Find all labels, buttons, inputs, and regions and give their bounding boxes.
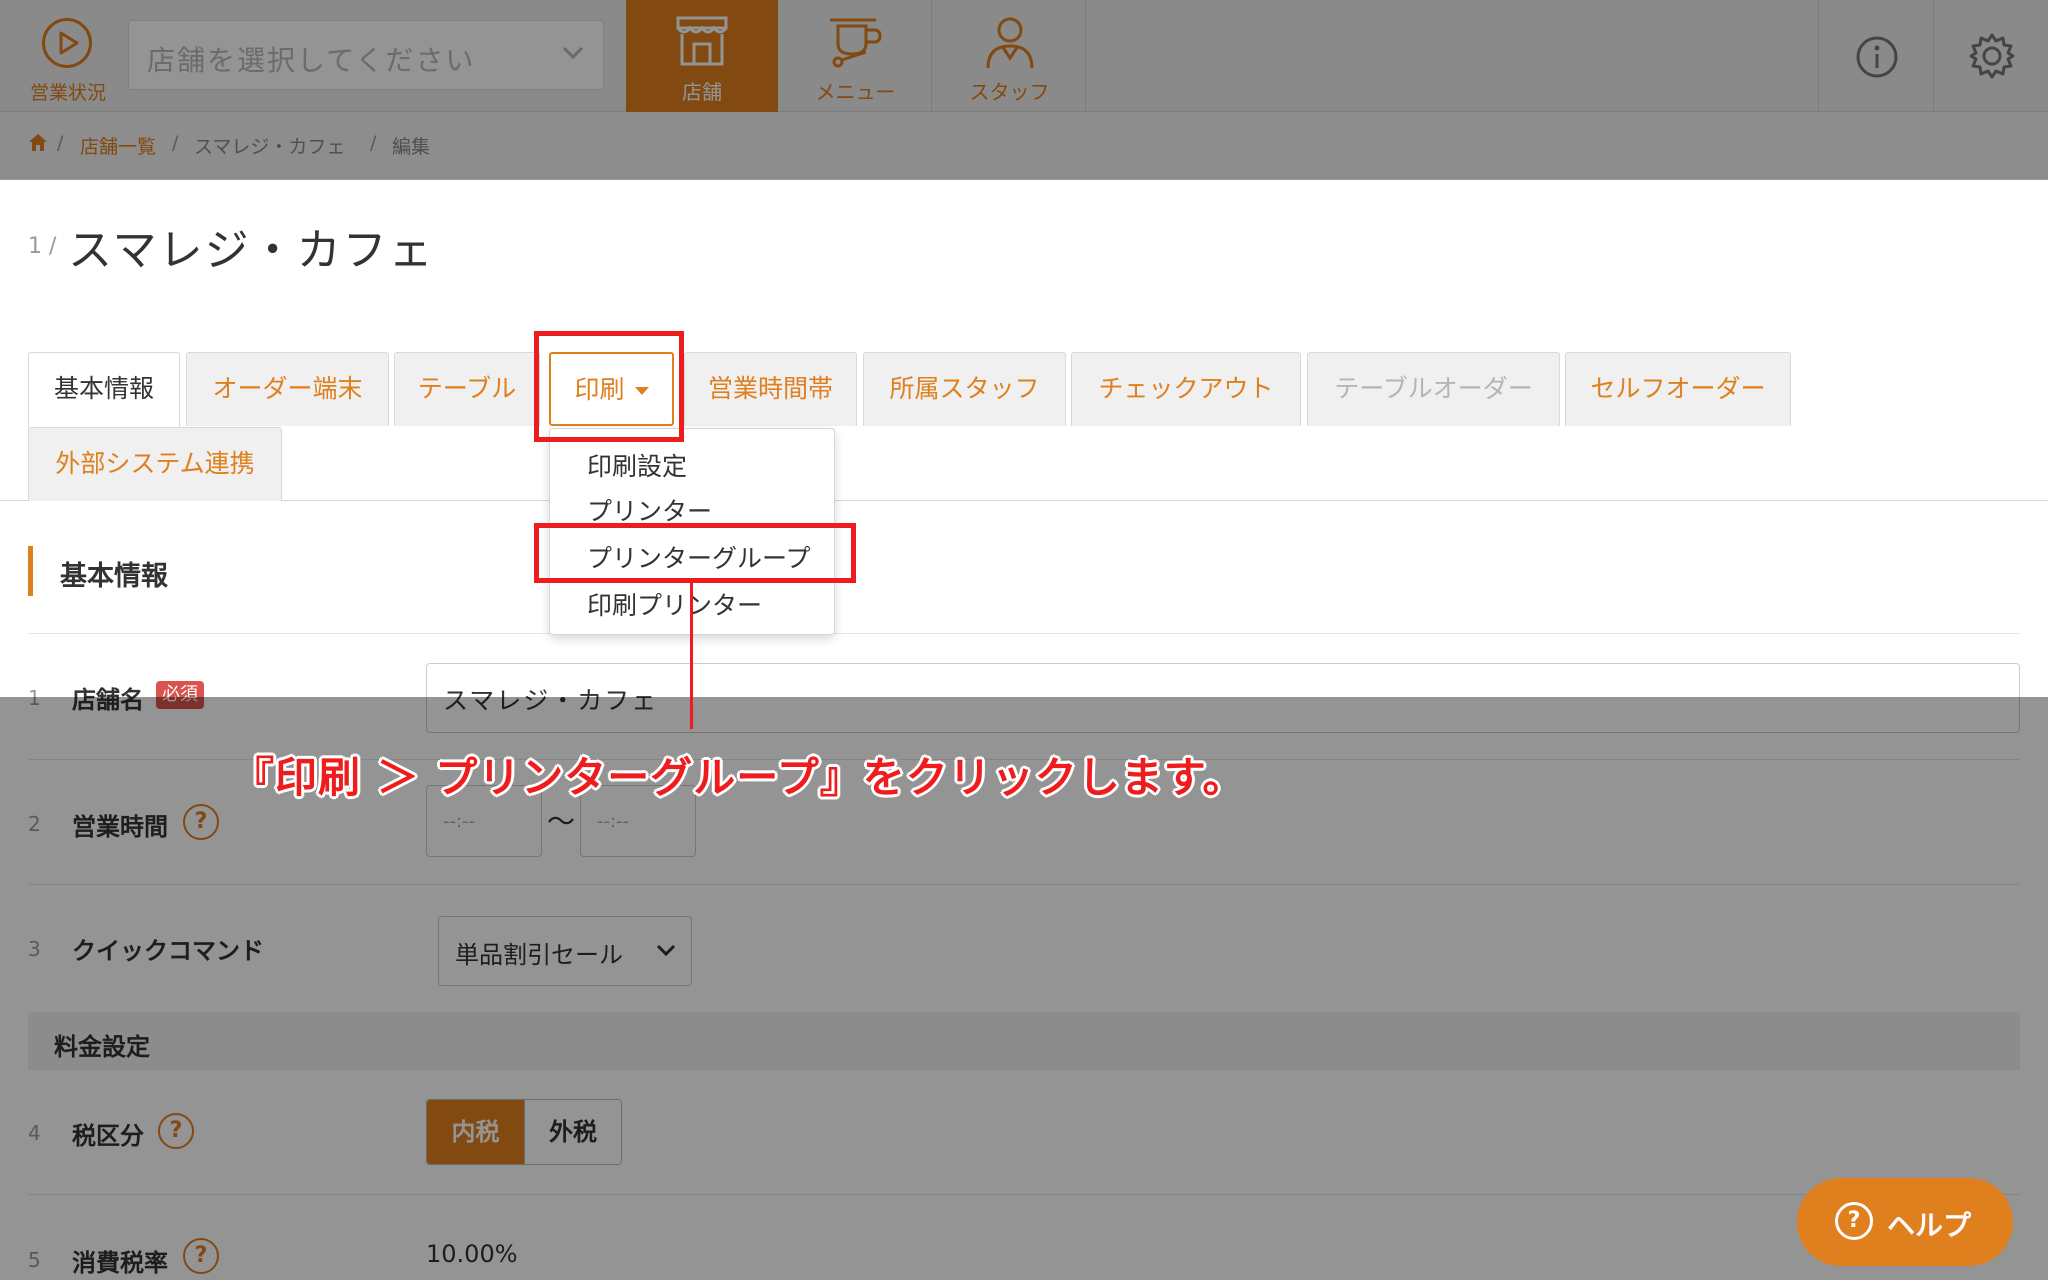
tab-table[interactable]: テーブル [394, 352, 540, 426]
highlight-print-tab [534, 331, 684, 442]
tab-external-systems[interactable]: 外部システム連携 [28, 427, 282, 501]
question-icon: ? [1835, 1202, 1873, 1240]
tab-self-order[interactable]: セルフオーダー [1565, 352, 1791, 426]
page-index: 1 / [28, 234, 57, 259]
help-button-label: ヘルプ [1887, 1209, 1972, 1242]
overlay-dim-top [0, 0, 2048, 180]
tab-staff[interactable]: 所属スタッフ [863, 352, 1066, 426]
annotation-text: 『印刷 ＞ プリンターグループ』をクリックします。 [232, 753, 1246, 802]
menu-item-print-settings[interactable]: 印刷設定 [587, 447, 687, 483]
section-accent-bar [28, 546, 33, 596]
tab-business-hours[interactable]: 営業時間帯 [684, 352, 857, 426]
highlight-printer-group [534, 523, 856, 583]
annotation-pointer-line [690, 583, 693, 729]
page-title: スマレジ・カフェ [68, 225, 435, 276]
divider [28, 633, 2020, 634]
tab-checkout[interactable]: チェックアウト [1071, 352, 1301, 426]
tabs-baseline [0, 500, 2048, 501]
tab-table-order: テーブルオーダー [1307, 352, 1560, 426]
section-title: 基本情報 [60, 561, 168, 592]
tab-basic-info[interactable]: 基本情報 [28, 352, 180, 427]
help-button[interactable]: ? ヘルプ [1797, 1178, 2013, 1266]
tab-order-terminal[interactable]: オーダー端末 [186, 352, 389, 426]
menu-item-print-printer[interactable]: 印刷プリンター [587, 586, 762, 622]
